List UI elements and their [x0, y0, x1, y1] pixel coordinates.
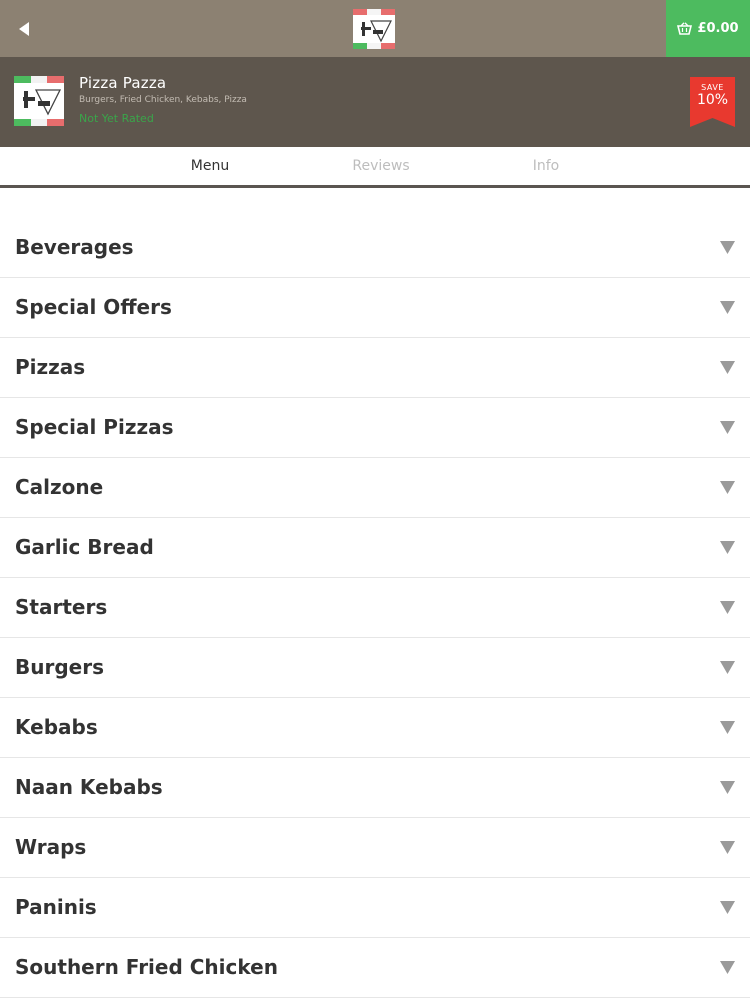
basket-icon: [677, 22, 693, 35]
category-label: Kebabs: [15, 715, 98, 739]
chevron-down-icon: [720, 241, 735, 254]
chevron-down-icon: [720, 421, 735, 434]
menu-category-list: Beverages Special Offers Pizzas Special …: [0, 218, 750, 998]
category-label: Special Offers: [15, 295, 172, 319]
chevron-down-icon: [720, 901, 735, 914]
category-label: Southern Fried Chicken: [15, 955, 278, 979]
category-label: Starters: [15, 595, 108, 619]
back-button[interactable]: [0, 0, 48, 57]
chevron-down-icon: [720, 781, 735, 794]
category-kebabs[interactable]: Kebabs: [0, 698, 750, 758]
back-arrow-icon: [19, 21, 29, 36]
category-southern-fried-chicken[interactable]: Southern Fried Chicken: [0, 938, 750, 998]
tab-bar: Menu Reviews Info: [0, 147, 750, 188]
category-label: Special Pizzas: [15, 415, 174, 439]
category-burgers[interactable]: Burgers: [0, 638, 750, 698]
chevron-down-icon: [720, 301, 735, 314]
tab-info[interactable]: Info: [486, 147, 606, 185]
restaurant-cuisines: Burgers, Fried Chicken, Kebabs, Pizza: [79, 95, 247, 105]
category-label: Naan Kebabs: [15, 775, 163, 799]
tab-menu[interactable]: Menu: [150, 147, 270, 185]
chevron-down-icon: [720, 541, 735, 554]
chevron-down-icon: [720, 481, 735, 494]
category-naan-kebabs[interactable]: Naan Kebabs: [0, 758, 750, 818]
category-label: Calzone: [15, 475, 104, 499]
category-special-offers[interactable]: Special Offers: [0, 278, 750, 338]
category-paninis[interactable]: Paninis: [0, 878, 750, 938]
category-label: Burgers: [15, 655, 104, 679]
discount-value: 10%: [696, 92, 729, 108]
discount-label: SAVE: [701, 83, 724, 92]
category-label: Beverages: [15, 235, 134, 259]
chevron-down-icon: [720, 361, 735, 374]
chevron-down-icon: [720, 661, 735, 674]
pizza-pazza-logo-icon: [353, 9, 395, 49]
category-label: Pizzas: [15, 355, 86, 379]
restaurant-name: Pizza Pazza: [79, 74, 167, 92]
category-label: Garlic Bread: [15, 535, 154, 559]
restaurant-rating-status: Not Yet Rated: [79, 112, 154, 125]
restaurant-info-bar: Pizza Pazza Burgers, Fried Chicken, Keba…: [0, 57, 750, 147]
category-garlic-bread[interactable]: Garlic Bread: [0, 518, 750, 578]
category-calzone[interactable]: Calzone: [0, 458, 750, 518]
category-starters[interactable]: Starters: [0, 578, 750, 638]
category-label: Paninis: [15, 895, 97, 919]
category-pizzas[interactable]: Pizzas: [0, 338, 750, 398]
category-wraps[interactable]: Wraps: [0, 818, 750, 878]
chevron-down-icon: [720, 961, 735, 974]
chevron-down-icon: [720, 601, 735, 614]
category-label: Wraps: [15, 835, 87, 859]
basket-total: £0.00: [697, 21, 739, 36]
basket-button[interactable]: £0.00: [666, 0, 750, 57]
chevron-down-icon: [720, 721, 735, 734]
tab-reviews[interactable]: Reviews: [321, 147, 441, 185]
category-beverages[interactable]: Beverages: [0, 218, 750, 278]
top-bar: £0.00: [0, 0, 750, 57]
discount-badge: SAVE 10%: [690, 77, 735, 127]
chevron-down-icon: [720, 841, 735, 854]
category-special-pizzas[interactable]: Special Pizzas: [0, 398, 750, 458]
restaurant-logo: [14, 76, 64, 126]
